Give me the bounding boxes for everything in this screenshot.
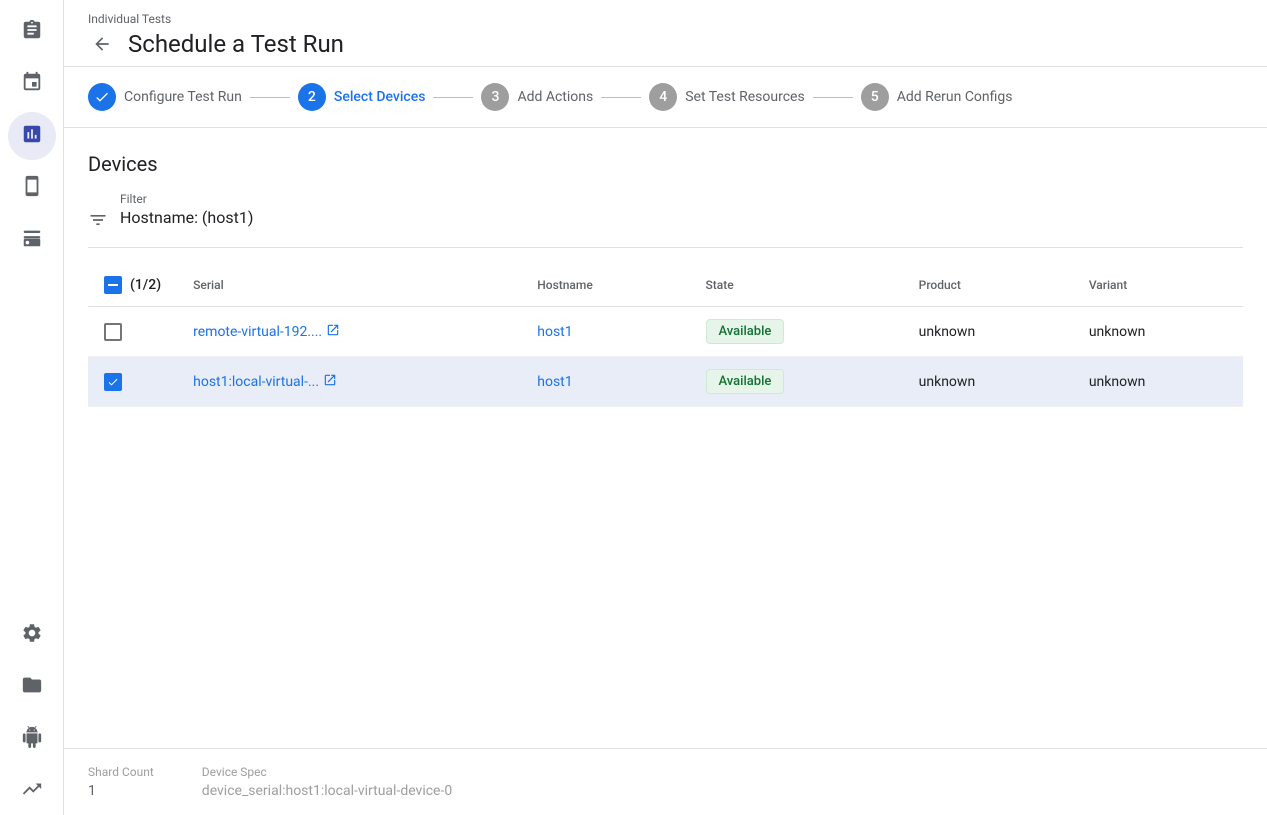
settings-icon: [21, 622, 43, 649]
row-2-checkbox[interactable]: [104, 373, 122, 391]
table-header-product: Product: [903, 264, 1073, 307]
external-link-icon-1: [326, 323, 340, 341]
sidebar-item-device[interactable]: [8, 164, 56, 212]
devices-section-title: Devices: [88, 152, 1243, 176]
content-area: Devices Filter Hostname: (host1): [64, 128, 1267, 748]
sidebar-item-android[interactable]: [8, 715, 56, 763]
step-2-circle: 2: [298, 83, 326, 111]
hostname-link-2[interactable]: host1: [537, 374, 673, 390]
step-4: 4 Set Test Resources: [649, 83, 804, 111]
step-connector-2-3: [433, 97, 473, 98]
android-icon: [21, 726, 43, 753]
step-1-circle: [88, 83, 116, 111]
table-cell-product-1: unknown: [903, 307, 1073, 357]
sidebar-item-chart[interactable]: [8, 112, 56, 160]
page-title: Schedule a Test Run: [128, 30, 344, 58]
filter-value[interactable]: Hostname: (host1): [120, 208, 1243, 227]
step-5: 5 Add Rerun Configs: [861, 83, 1013, 111]
step-2: 2 Select Devices: [298, 83, 426, 111]
table-row: host1:local-virtual-... host1: [88, 357, 1243, 407]
step-5-circle: 5: [861, 83, 889, 111]
filter-label: Filter: [120, 192, 1243, 206]
footer: Shard Count 1 Device Spec device_serial:…: [64, 748, 1267, 815]
sidebar-item-server[interactable]: [8, 216, 56, 264]
select-all-checkbox[interactable]: [104, 276, 122, 294]
table-cell-state-2: Available: [690, 357, 903, 407]
table-header-variant: Variant: [1073, 264, 1243, 307]
device-spec-field: Device Spec device_serial:host1:local-vi…: [202, 765, 452, 799]
hostname-text-2: host1: [537, 374, 572, 390]
device-spec-value: device_serial:host1:local-virtual-device…: [202, 783, 452, 799]
row-1-checkbox[interactable]: [104, 323, 122, 341]
serial-link-1[interactable]: remote-virtual-192....: [193, 323, 505, 341]
table-cell-hostname-2: host1: [521, 357, 689, 407]
clipboard-icon: [21, 19, 43, 46]
sidebar-item-clipboard[interactable]: [8, 8, 56, 56]
shard-count-value: 1: [88, 783, 154, 799]
table-cell-hostname-1: host1: [521, 307, 689, 357]
stepper: Configure Test Run 2 Select Devices 3 Ad…: [64, 67, 1267, 128]
table-cell-checkbox-1: [88, 307, 177, 357]
table-cell-serial-2: host1:local-virtual-...: [177, 357, 521, 407]
serial-text-2: host1:local-virtual-...: [193, 374, 319, 390]
chart-icon: [21, 123, 43, 150]
main-content: Individual Tests Schedule a Test Run Con…: [64, 0, 1267, 815]
step-4-circle: 4: [649, 83, 677, 111]
step-3: 3 Add Actions: [481, 83, 593, 111]
table-header-hostname: Hostname: [521, 264, 689, 307]
step-1: Configure Test Run: [88, 83, 242, 111]
shard-count-label: Shard Count: [88, 765, 154, 779]
step-connector-4-5: [813, 97, 853, 98]
state-badge-1: Available: [706, 319, 785, 344]
external-link-icon-2: [323, 373, 337, 391]
table-cell-checkbox-2: [88, 357, 177, 407]
calendar-icon: [21, 71, 43, 98]
table-header-row: (1/2) Serial Hostname State Product Vari…: [88, 264, 1243, 307]
sidebar-item-folder[interactable]: [8, 663, 56, 711]
step-connector-3-4: [601, 97, 641, 98]
shard-count-field: Shard Count 1: [88, 765, 154, 799]
indeterminate-indicator: [108, 284, 118, 286]
state-badge-2: Available: [706, 369, 785, 394]
filter-container: Filter Hostname: (host1): [88, 192, 1243, 248]
table-header-serial: Serial: [177, 264, 521, 307]
sidebar-item-settings[interactable]: [8, 611, 56, 659]
table-cell-state-1: Available: [690, 307, 903, 357]
sidebar-item-calendar[interactable]: [8, 60, 56, 108]
server-icon: [21, 227, 43, 254]
filter-icon: [88, 210, 108, 235]
step-5-label: Add Rerun Configs: [897, 89, 1013, 105]
step-4-label: Set Test Resources: [685, 89, 804, 105]
table-cell-variant-1: unknown: [1073, 307, 1243, 357]
table-cell-variant-2: unknown: [1073, 357, 1243, 407]
step-2-label: Select Devices: [334, 89, 426, 105]
step-1-label: Configure Test Run: [124, 89, 242, 105]
table-header-checkbox-col: (1/2): [88, 264, 177, 307]
serial-text-1: remote-virtual-192....: [193, 324, 322, 340]
devices-table: (1/2) Serial Hostname State Product Vari…: [88, 264, 1243, 407]
step-3-label: Add Actions: [517, 89, 593, 105]
serial-link-2[interactable]: host1:local-virtual-...: [193, 373, 505, 391]
breadcrumb: Individual Tests: [88, 12, 1243, 26]
hostname-text-1: host1: [537, 324, 572, 340]
pulse-icon: [21, 778, 43, 805]
hostname-link-1[interactable]: host1: [537, 324, 673, 340]
folder-icon: [21, 674, 43, 701]
device-spec-label: Device Spec: [202, 765, 452, 779]
table-header-state: State: [690, 264, 903, 307]
step-connector-1-2: [250, 97, 290, 98]
table-cell-serial-1: remote-virtual-192....: [177, 307, 521, 357]
sidebar-item-pulse[interactable]: [8, 767, 56, 815]
sidebar: [0, 0, 64, 815]
selection-count: (1/2): [130, 277, 161, 293]
table-cell-product-2: unknown: [903, 357, 1073, 407]
step-3-circle: 3: [481, 83, 509, 111]
device-icon: [21, 175, 43, 202]
header: Individual Tests Schedule a Test Run: [64, 0, 1267, 67]
table-row: remote-virtual-192.... host1: [88, 307, 1243, 357]
back-button[interactable]: [88, 30, 116, 58]
